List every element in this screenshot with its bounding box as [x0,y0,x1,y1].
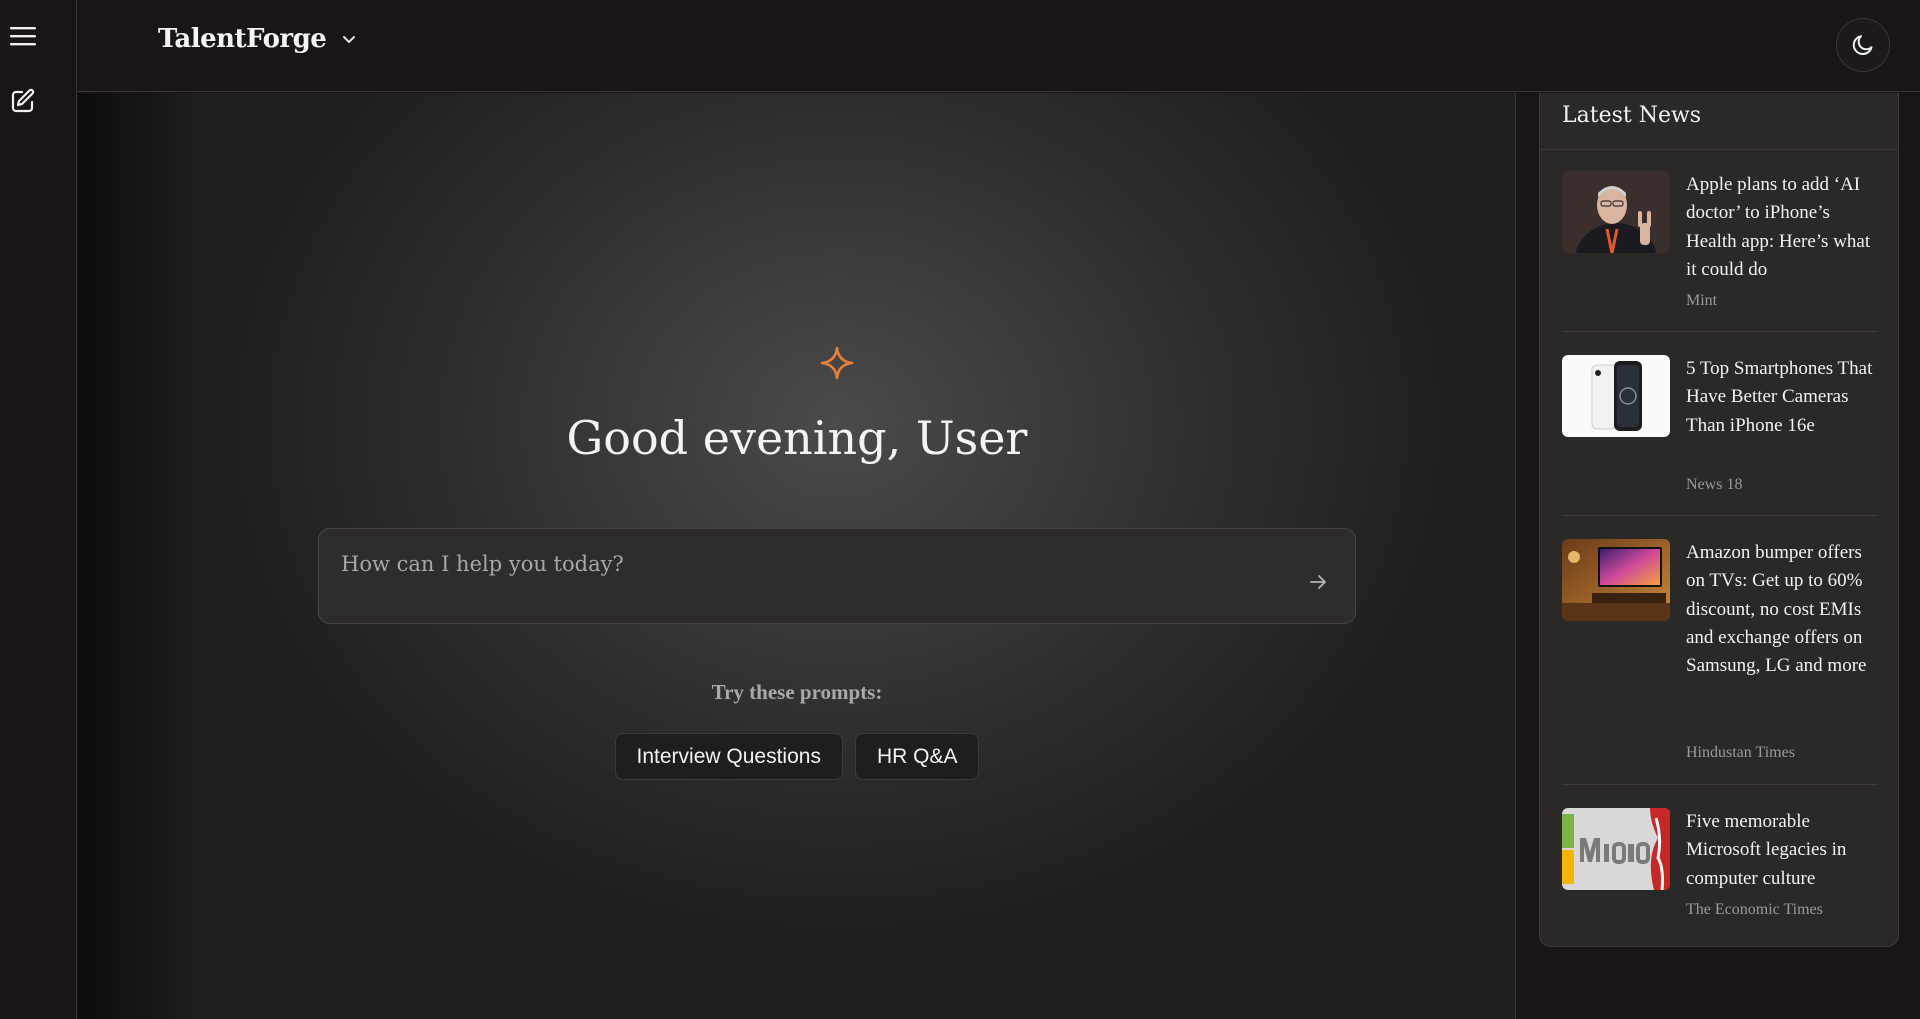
news-headline: 5 Top Smartphones That Have Better Camer… [1686,358,1873,436]
news-thumbnail [1562,355,1670,437]
prompt-chip-hr-qa[interactable]: HR Q&A [854,733,980,780]
arrow-right-icon [1310,575,1326,589]
prompt-box [318,528,1356,624]
news-thumbnail [1562,808,1670,890]
menu-button[interactable] [6,19,40,53]
prompt-chip-interview-questions[interactable]: Interview Questions [614,733,843,780]
news-headline: Amazon bumper offers on TVs: Get up to 6… [1686,542,1867,677]
hamburger-icon [10,27,36,46]
news-thumbnail [1562,171,1670,253]
edit-icon [11,88,35,113]
brand-name: TalentForge [158,24,327,54]
send-button[interactable] [1305,569,1331,595]
news-headline: Apple plans to add ‘AI doctor’ to iPhone… [1686,174,1871,280]
latest-news-panel: Latest News Apple plans to add ‘AI docto… [1539,93,1899,947]
chat-main: Good evening, User Try these prompts: In… [78,93,1516,1019]
divider [1562,784,1878,785]
news-source: Mint [1686,292,1718,309]
divider [1540,149,1898,150]
news-panel-title: Latest News [1562,103,1702,128]
greeting-heading: Good evening, User [78,411,1516,465]
news-headline: Five memorable Microsoft legacies in com… [1686,811,1847,889]
sparkle-icon [820,346,854,380]
brand-switcher[interactable]: TalentForge [158,24,358,54]
prompt-suggestions: Interview Questions HR Q&A [78,733,1516,780]
top-bar: TalentForge [78,0,1920,92]
divider [1562,331,1878,332]
divider [1562,515,1878,516]
news-thumbnail [1562,539,1670,621]
greeting-text: Good evening, User [566,411,1028,465]
news-source: News 18 [1686,476,1743,493]
left-rail [0,0,77,1019]
prompt-input[interactable] [341,547,1241,581]
news-source: The Economic Times [1686,901,1823,918]
theme-toggle-button[interactable] [1836,18,1890,72]
try-prompts-label: Try these prompts: [711,680,883,704]
chevron-down-icon [343,36,356,43]
moon-icon [1852,35,1873,56]
new-chat-button[interactable] [6,84,40,118]
news-source: Hindustan Times [1686,744,1795,761]
